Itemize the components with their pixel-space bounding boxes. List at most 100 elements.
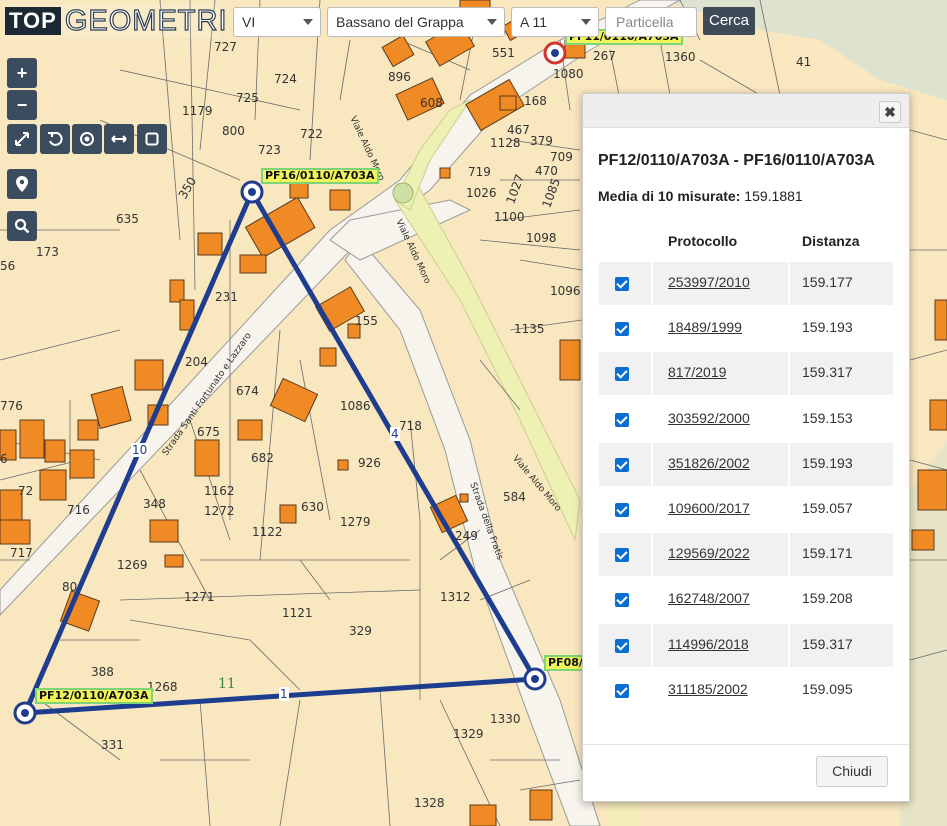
parcel-number: 716 <box>67 503 90 517</box>
close-button[interactable]: Chiudi <box>816 756 888 787</box>
distanza-value: 159.057 <box>802 500 853 516</box>
table-row: 129569/2022 159.171 <box>599 533 893 577</box>
protocollo-link[interactable]: 351826/2002 <box>668 455 750 471</box>
parcel-number: 1312 <box>440 590 471 604</box>
parcel-number: 926 <box>358 456 381 470</box>
locate-button[interactable] <box>72 124 102 154</box>
parcel-number: 72 <box>18 484 34 498</box>
checkbox-cell <box>599 397 653 441</box>
search-button[interactable]: Cerca <box>703 7 755 35</box>
checkbox-cell <box>599 623 653 667</box>
distanza-value: 159.208 <box>802 590 853 607</box>
parcel-number: 722 <box>300 127 323 141</box>
row-checkbox[interactable] <box>615 548 629 563</box>
parcel-number: 1329 <box>453 727 484 741</box>
table-row: 351826/2002 159.193 <box>599 442 893 486</box>
logo-geometri: GEOMETRI <box>64 4 228 37</box>
parcel-number: 635 <box>116 212 139 226</box>
row-checkbox[interactable] <box>615 412 629 427</box>
parcel-number: 470 <box>535 164 558 178</box>
foglio-select[interactable]: A 11 <box>511 7 599 37</box>
comune-select[interactable]: Bassano del Grappa <box>327 7 505 37</box>
row-checkbox[interactable] <box>615 367 629 382</box>
point-label[interactable]: PF12/0110/A703A <box>35 688 153 704</box>
rotate-icon <box>48 131 63 146</box>
cell-separator <box>788 668 790 712</box>
protocollo-link[interactable]: 253997/2010 <box>668 274 750 290</box>
distanza-value: 159.193 <box>802 454 853 471</box>
distanza-value: 159.317 <box>802 635 853 652</box>
table-row: 253997/2010 159.177 <box>599 262 893 305</box>
parcel-number: 1135 <box>514 322 545 336</box>
measurement-popup: ✖ PF12/0110/A703A - PF16/0110/A703A Medi… <box>582 93 910 802</box>
parcel-number: 173 <box>36 245 59 259</box>
protocollo-link[interactable]: 109600/2017 <box>668 500 750 516</box>
cell-separator <box>788 262 790 305</box>
point-label[interactable]: PF08/ <box>544 655 587 671</box>
province-select[interactable]: VI <box>233 7 321 37</box>
province-value: VI <box>242 14 256 30</box>
protocollo-link[interactable]: 817/2019 <box>668 364 726 380</box>
row-checkbox[interactable] <box>615 322 629 337</box>
app-logo: TOP GEOMETRI <box>5 4 227 38</box>
plus-icon: + <box>16 62 28 83</box>
parcel-number: 709 <box>550 150 573 164</box>
parcel-number: 331 <box>101 738 124 752</box>
parcel-number: 267 <box>593 49 616 63</box>
row-checkbox[interactable] <box>615 683 629 698</box>
table-row: 162748/2007 159.208 <box>599 578 893 622</box>
parcel-number: 1080 <box>553 67 584 81</box>
parcel-number: 1271 <box>184 590 215 604</box>
segment-label: 4 <box>390 427 400 441</box>
row-checkbox[interactable] <box>615 503 629 517</box>
checkbox-cell <box>599 262 653 305</box>
popup-title: PF12/0110/A703A - PF16/0110/A703A <box>598 152 875 169</box>
foglio-label: 11 <box>218 676 236 692</box>
point-label[interactable]: PF16/0110/A703A <box>261 168 379 184</box>
close-icon[interactable]: ✖ <box>879 101 901 123</box>
parcel-number: 1098 <box>526 231 557 245</box>
map-search-button[interactable] <box>7 211 37 241</box>
average-label: Media di 10 misurate: <box>598 188 741 204</box>
protocollo-link[interactable]: 129569/2022 <box>668 545 750 561</box>
distanza-value: 159.171 <box>802 545 853 562</box>
protocollo-link[interactable]: 162748/2007 <box>668 590 750 606</box>
parcel-number: 204 <box>185 355 208 369</box>
checkbox-cell <box>599 668 653 712</box>
checkbox-cell <box>599 307 653 351</box>
protocollo-link[interactable]: 311185/2002 <box>668 681 748 697</box>
search-icon <box>14 218 30 234</box>
row-checkbox[interactable] <box>615 457 629 472</box>
average-value: 159.1881 <box>744 188 803 204</box>
distanza-value: 159.095 <box>802 680 853 697</box>
map-pin-icon <box>16 176 28 192</box>
row-checkbox[interactable] <box>615 593 629 608</box>
column-header-distanza: Distanza <box>802 233 860 249</box>
distanza-value: 159.193 <box>802 319 853 336</box>
draw-area-button[interactable] <box>137 124 167 154</box>
protocollo-link[interactable]: 18489/1999 <box>668 319 742 335</box>
parcel-number: 1328 <box>414 796 445 810</box>
row-checkbox[interactable] <box>615 277 629 291</box>
zoom-in-button[interactable]: + <box>7 58 37 88</box>
measure-distance-button[interactable] <box>104 124 134 154</box>
parcel-number: 1269 <box>117 558 148 572</box>
checkbox-cell <box>599 578 653 622</box>
zoom-out-button[interactable]: − <box>7 90 37 120</box>
parcel-number: 249 <box>455 529 478 543</box>
rotate-button[interactable] <box>40 124 70 154</box>
distanza-value: 159.317 <box>802 364 853 381</box>
parcel-number: 727 <box>214 40 237 54</box>
protocollo-link[interactable]: 114996/2018 <box>668 636 749 652</box>
parcel-number: 1279 <box>340 515 371 529</box>
parcel-number: 896 <box>388 70 411 84</box>
fullscreen-button[interactable] <box>7 124 37 154</box>
protocollo-link[interactable]: 303592/2000 <box>668 410 750 426</box>
checkbox-cell <box>599 488 653 531</box>
cell-separator <box>788 533 790 577</box>
chevron-down-icon <box>303 19 313 25</box>
particella-input[interactable] <box>605 7 697 37</box>
marker-button[interactable] <box>7 169 37 199</box>
parcel-number: 630 <box>301 500 324 514</box>
row-checkbox[interactable] <box>615 638 629 653</box>
